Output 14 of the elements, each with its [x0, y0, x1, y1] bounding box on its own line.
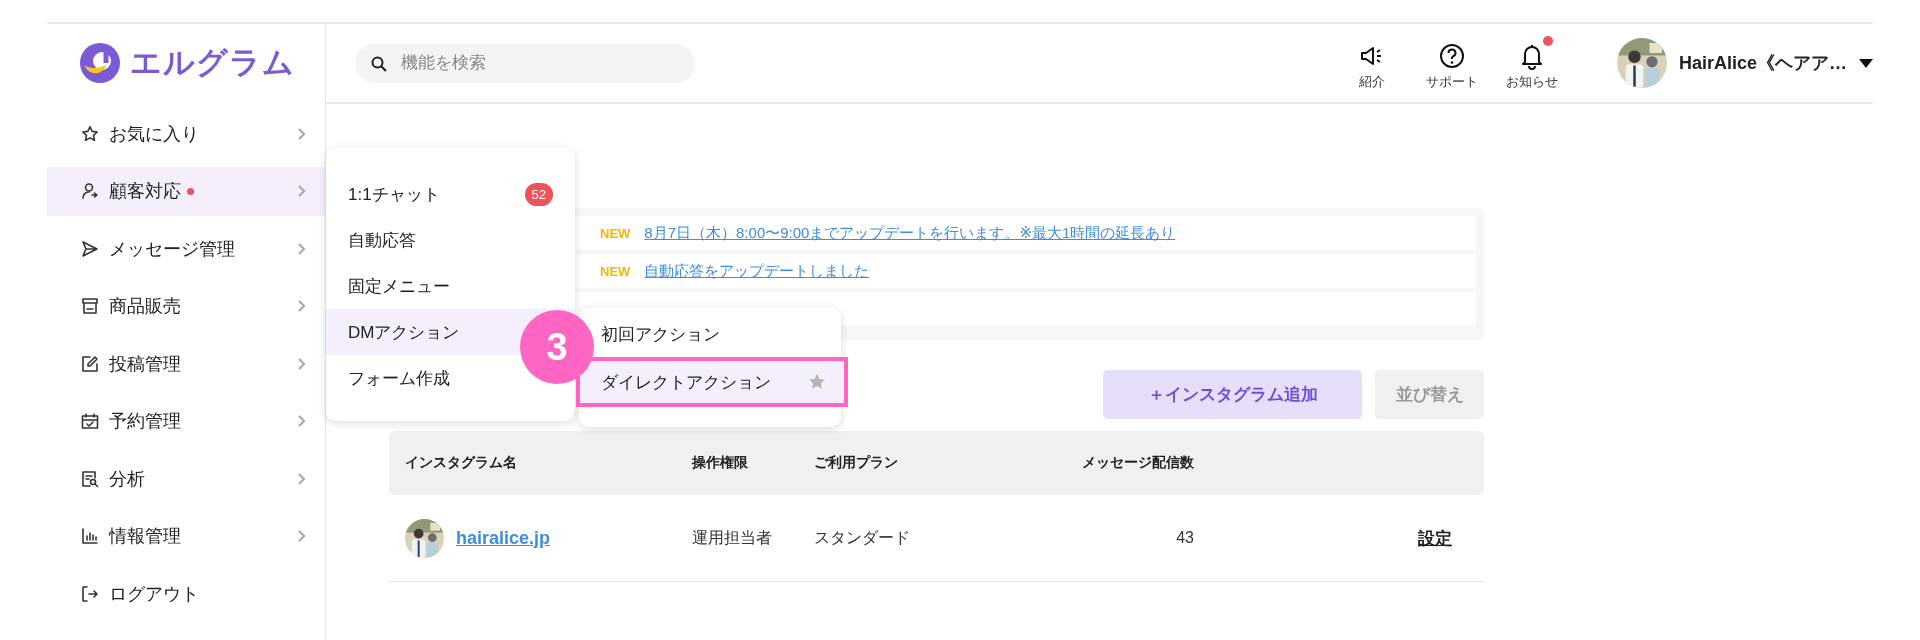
- column-header: 操作権限: [692, 454, 749, 472]
- action-label: サポート: [1425, 73, 1478, 91]
- logo-text: エルグラム: [129, 44, 295, 82]
- new-tag: NEW: [600, 263, 631, 279]
- table-cell: 43: [1176, 529, 1194, 546]
- table-cell-text: 運用担当者: [692, 528, 772, 548]
- column-header: メッセージ配信数: [1081, 454, 1194, 472]
- count-badge: 52: [524, 182, 553, 206]
- new-tag: NEW: [600, 225, 631, 241]
- column-header: ご利用プラン: [814, 454, 899, 472]
- table-cell: スタンダード: [814, 528, 910, 546]
- column-header: インスタグラム名: [405, 454, 518, 472]
- action-label: 紹介: [1358, 73, 1385, 91]
- action-label: お知らせ: [1505, 73, 1558, 91]
